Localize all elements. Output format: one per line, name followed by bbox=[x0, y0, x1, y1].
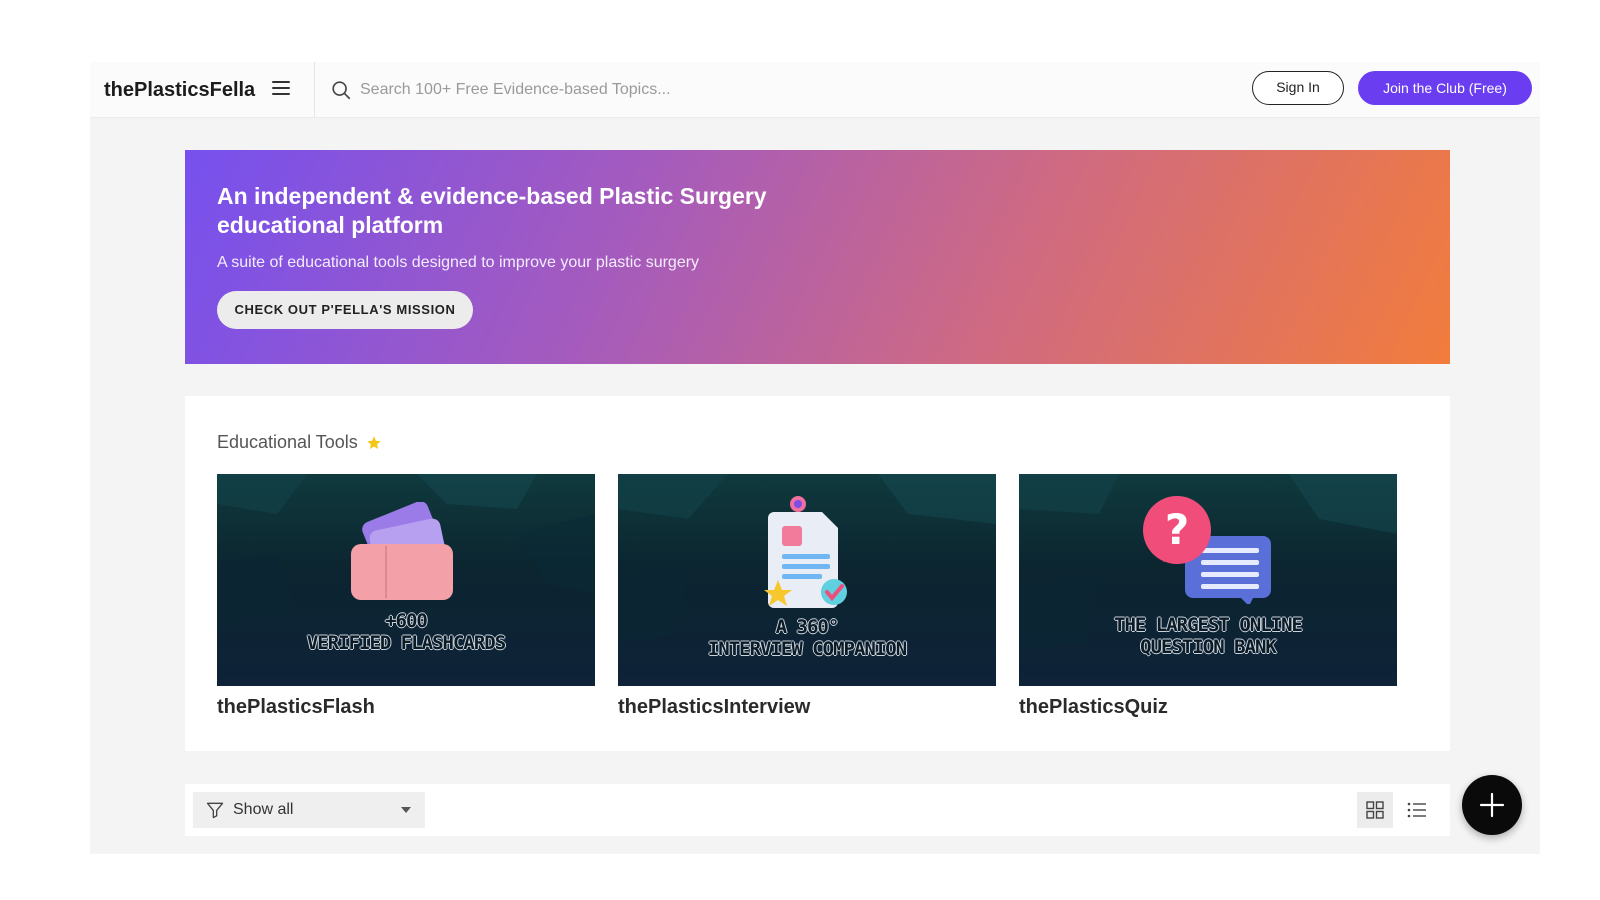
filter-dropdown[interactable]: Show all bbox=[193, 792, 425, 828]
app-frame: thePlasticsFella Sign In Join the Club (… bbox=[90, 62, 1540, 854]
card-caption: THE LARGEST ONLINE QUESTION BANK bbox=[1114, 614, 1303, 658]
tool-card-quiz[interactable]: ? THE LARGEST ONLINE QUESTION BANK thePl… bbox=[1019, 474, 1397, 719]
card-title[interactable]: thePlasticsInterview bbox=[618, 696, 996, 719]
card-title[interactable]: thePlasticsQuiz bbox=[1019, 696, 1397, 719]
hero-banner: An independent & evidence-based Plastic … bbox=[185, 150, 1450, 364]
flashcards-thumbnail[interactable]: +600 VERIFIED FLASHCARDS bbox=[217, 474, 595, 686]
list-icon bbox=[1407, 802, 1426, 818]
card-title[interactable]: thePlasticsFlash bbox=[217, 696, 595, 719]
hero-subtitle: A suite of educational tools designed to… bbox=[217, 254, 700, 271]
tool-card-interview[interactable]: A 360° INTERVIEW COMPANION thePlasticsIn… bbox=[618, 474, 996, 719]
add-button[interactable] bbox=[1462, 775, 1522, 835]
interview-thumbnail[interactable]: A 360° INTERVIEW COMPANION bbox=[618, 474, 996, 686]
tool-card-flash[interactable]: +600 VERIFIED FLASHCARDS thePlasticsFlas… bbox=[217, 474, 595, 719]
hero-title: An independent & evidence-based Plastic … bbox=[217, 183, 767, 238]
grid-icon bbox=[1366, 801, 1384, 819]
mission-button[interactable]: CHECK OUT P'FELLA'S MISSION bbox=[217, 291, 473, 329]
card-caption: +600 VERIFIED FLASHCARDS bbox=[306, 610, 506, 654]
search-bar[interactable] bbox=[330, 74, 950, 106]
header-divider bbox=[314, 62, 315, 118]
filter-selected-value: Show all bbox=[233, 801, 294, 818]
grid-view-button[interactable] bbox=[1357, 792, 1393, 828]
sign-in-button[interactable]: Sign In bbox=[1252, 71, 1344, 105]
quiz-thumbnail[interactable]: ? THE LARGEST ONLINE QUESTION BANK bbox=[1019, 474, 1397, 686]
list-view-button[interactable] bbox=[1399, 792, 1435, 828]
brand-logo[interactable]: thePlasticsFella bbox=[104, 62, 255, 118]
menu-icon[interactable] bbox=[272, 81, 292, 97]
educational-tools-section: Educational Tools +600 VERIFIED FLASHCAR… bbox=[185, 396, 1450, 751]
card-caption: A 360° INTERVIEW COMPANION bbox=[707, 616, 907, 660]
chevron-down-icon bbox=[401, 807, 411, 813]
question-chat-icon: ? bbox=[1143, 496, 1271, 604]
section-title: Educational Tools bbox=[217, 432, 382, 453]
svg-text:?: ? bbox=[1165, 505, 1189, 554]
flashcards-icon bbox=[351, 502, 453, 600]
plus-icon bbox=[1479, 792, 1505, 818]
search-icon bbox=[332, 81, 351, 100]
join-club-button[interactable]: Join the Club (Free) bbox=[1358, 71, 1532, 105]
star-icon bbox=[367, 435, 381, 449]
top-header: thePlasticsFella Sign In Join the Club (… bbox=[90, 62, 1540, 118]
section-title-text: Educational Tools bbox=[217, 432, 358, 452]
filter-icon bbox=[206, 802, 224, 819]
resume-document-icon bbox=[764, 496, 847, 608]
search-input[interactable] bbox=[360, 81, 920, 99]
filter-bar: Show all bbox=[185, 784, 1450, 836]
